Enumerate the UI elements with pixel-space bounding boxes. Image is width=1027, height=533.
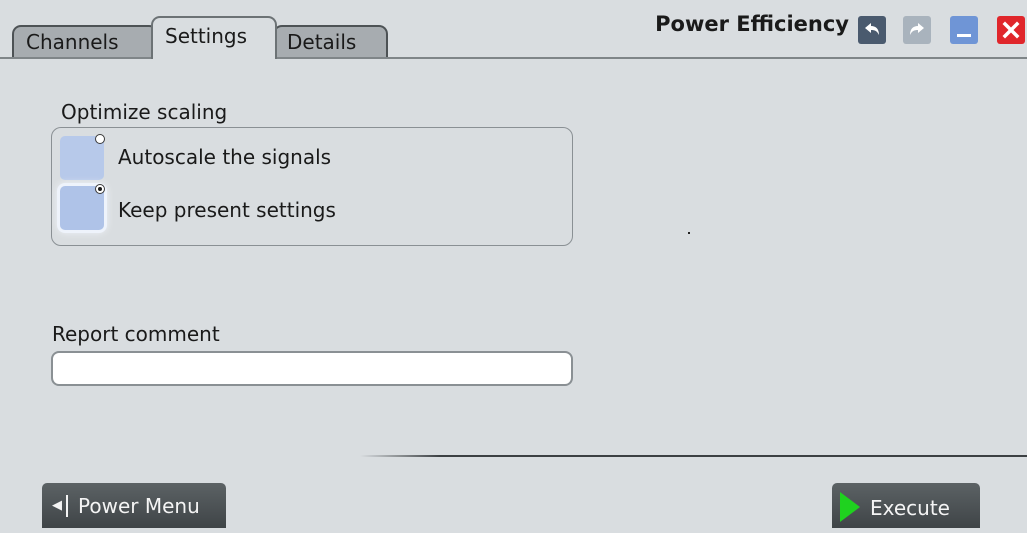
tab-settings[interactable]: Settings (151, 16, 277, 59)
minimize-icon (957, 34, 971, 37)
footer-separator (360, 455, 1027, 457)
tab-channels[interactable]: Channels (12, 25, 158, 57)
menu-button-divider (66, 495, 68, 517)
close-button[interactable] (997, 16, 1025, 44)
radio-autoscale-indicator[interactable] (95, 134, 105, 144)
radio-keep-present[interactable]: Keep present settings (60, 184, 420, 234)
close-icon (1002, 21, 1020, 39)
tab-details[interactable]: Details (273, 25, 388, 57)
tab-details-label: Details (287, 30, 357, 54)
undo-button[interactable] (858, 16, 886, 44)
tab-settings-label: Settings (165, 24, 248, 48)
execute-label: Execute (870, 496, 950, 520)
radio-autoscale-label: Autoscale the signals (118, 145, 332, 169)
power-menu-button[interactable]: ◀ Power Menu (42, 483, 226, 528)
window-title: Power Efficiency (655, 12, 849, 36)
tab-channels-label: Channels (26, 30, 119, 54)
radio-keep-present-indicator[interactable] (95, 184, 105, 194)
optimize-scaling-radio-group: Autoscale the signals Keep present setti… (51, 127, 573, 246)
chevron-left-icon: ◀ (52, 498, 62, 513)
report-comment-label: Report comment (52, 322, 220, 346)
play-icon (840, 492, 860, 522)
redo-button[interactable] (903, 16, 931, 44)
stray-dot (688, 232, 690, 234)
redo-arrow-icon (910, 23, 924, 35)
undo-arrow-icon (865, 23, 879, 35)
power-menu-label: Power Menu (78, 494, 200, 518)
optimize-scaling-label: Optimize scaling (61, 100, 228, 124)
tab-strip: Channels Details Settings Power Efficien… (0, 0, 1027, 60)
radio-autoscale[interactable]: Autoscale the signals (60, 134, 420, 184)
report-comment-field[interactable] (51, 351, 573, 386)
minimize-button[interactable] (950, 16, 978, 44)
execute-button[interactable]: Execute (832, 483, 980, 528)
radio-keep-present-label: Keep present settings (118, 198, 336, 222)
